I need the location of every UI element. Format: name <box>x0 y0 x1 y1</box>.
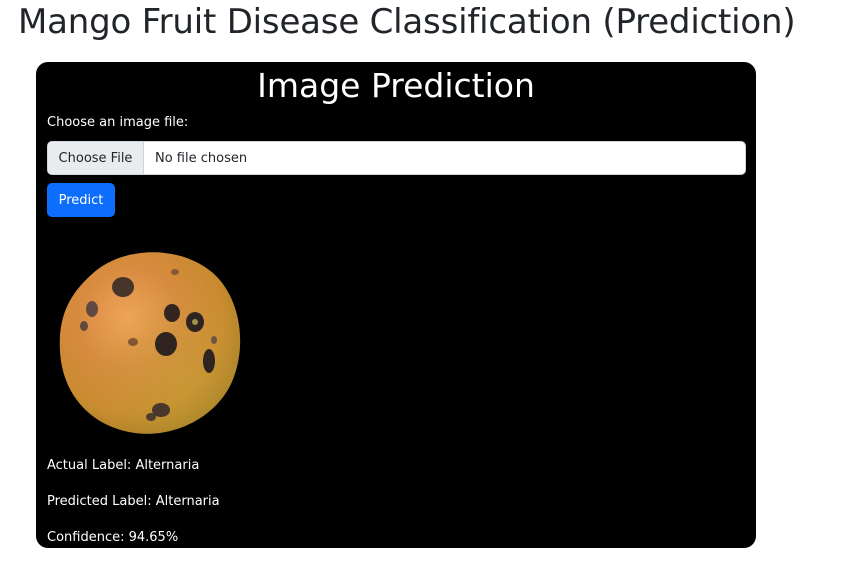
card-title: Image Prediction <box>257 66 535 105</box>
file-input[interactable]: Choose File No file chosen <box>47 141 746 175</box>
predicted-label-text: Predicted Label: Alternaria <box>47 494 220 509</box>
actual-label-text: Actual Label: Alternaria <box>47 458 200 473</box>
confidence-text: Confidence: 94.65% <box>47 530 179 545</box>
choose-file-button[interactable]: Choose File <box>48 142 144 174</box>
file-input-label: Choose an image file: <box>47 115 189 130</box>
predict-button[interactable]: Predict <box>47 183 115 217</box>
page-title: Mango Fruit Disease Classification (Pred… <box>18 2 796 42</box>
mango-image <box>59 252 241 434</box>
page: Mango Fruit Disease Classification (Pred… <box>0 0 843 567</box>
file-status-text: No file chosen <box>155 150 248 166</box>
prediction-card: Image Prediction Choose an image file: C… <box>36 62 756 548</box>
